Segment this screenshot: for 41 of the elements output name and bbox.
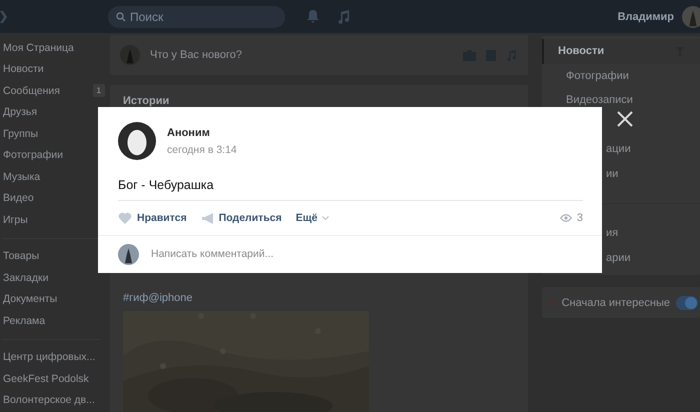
sidebar-item[interactable]: Реклама [3, 310, 103, 332]
sidebar-item[interactable]: Моя Страница [3, 37, 103, 58]
sidebar-item[interactable]: Закладки [3, 267, 103, 288]
stories-title: Истории [123, 95, 170, 107]
close-button[interactable] [615, 109, 635, 129]
author-avatar[interactable] [118, 122, 156, 160]
music-note-icon[interactable] [337, 10, 349, 24]
sidebar-item[interactable]: Сообщения 1 [3, 80, 103, 102]
share-button[interactable]: Поделиться [200, 212, 282, 224]
caret-icon [322, 216, 330, 220]
heart-icon [118, 212, 132, 224]
sidebar-item[interactable]: Документы [3, 288, 103, 310]
sidebar-item[interactable]: Центр цифровых... [3, 346, 103, 368]
post-time[interactable]: сегодня в 3:14 [167, 144, 237, 156]
view-count: 3 [576, 212, 583, 224]
author-name[interactable]: Аноним [167, 127, 237, 139]
user-avatar[interactable] [118, 244, 139, 264]
sidebar-item[interactable]: Волонтерское дв... [3, 390, 103, 411]
sidebar-item[interactable]: Новости [3, 58, 103, 80]
menu-item-label[interactable]: Новости [558, 45, 604, 58]
sidebar-item-label[interactable]: Сообщения [3, 84, 60, 97]
menu-item[interactable]: Видеозаписи [542, 88, 700, 112]
hashtag-link[interactable]: #гиф@iphone [123, 292, 515, 304]
logo-icon[interactable] [0, 8, 10, 24]
bell-icon[interactable] [307, 10, 319, 23]
user-name[interactable]: Владимир [618, 10, 674, 22]
menu-item[interactable]: Фотографии [542, 64, 700, 88]
avatar [120, 45, 140, 65]
post-text: Бог - Чебурашка [118, 178, 215, 192]
search-field[interactable]: Поиск [108, 6, 285, 28]
sidebar-item[interactable]: GeekFest Podolsk [3, 368, 103, 390]
comment-field[interactable]: Написать комментарий... [151, 248, 451, 260]
more-button[interactable]: Ещё [296, 212, 330, 224]
composer-placeholder[interactable]: Что у Вас нового? [150, 49, 453, 61]
eye-icon [560, 214, 572, 222]
toggle-switch[interactable] [676, 296, 698, 310]
like-button[interactable]: Нравится [118, 212, 187, 224]
unread-count: 1 [92, 84, 105, 98]
megaphone-icon [200, 212, 214, 224]
sort-label: Сначала интересные [562, 296, 670, 308]
close-icon [617, 111, 633, 127]
